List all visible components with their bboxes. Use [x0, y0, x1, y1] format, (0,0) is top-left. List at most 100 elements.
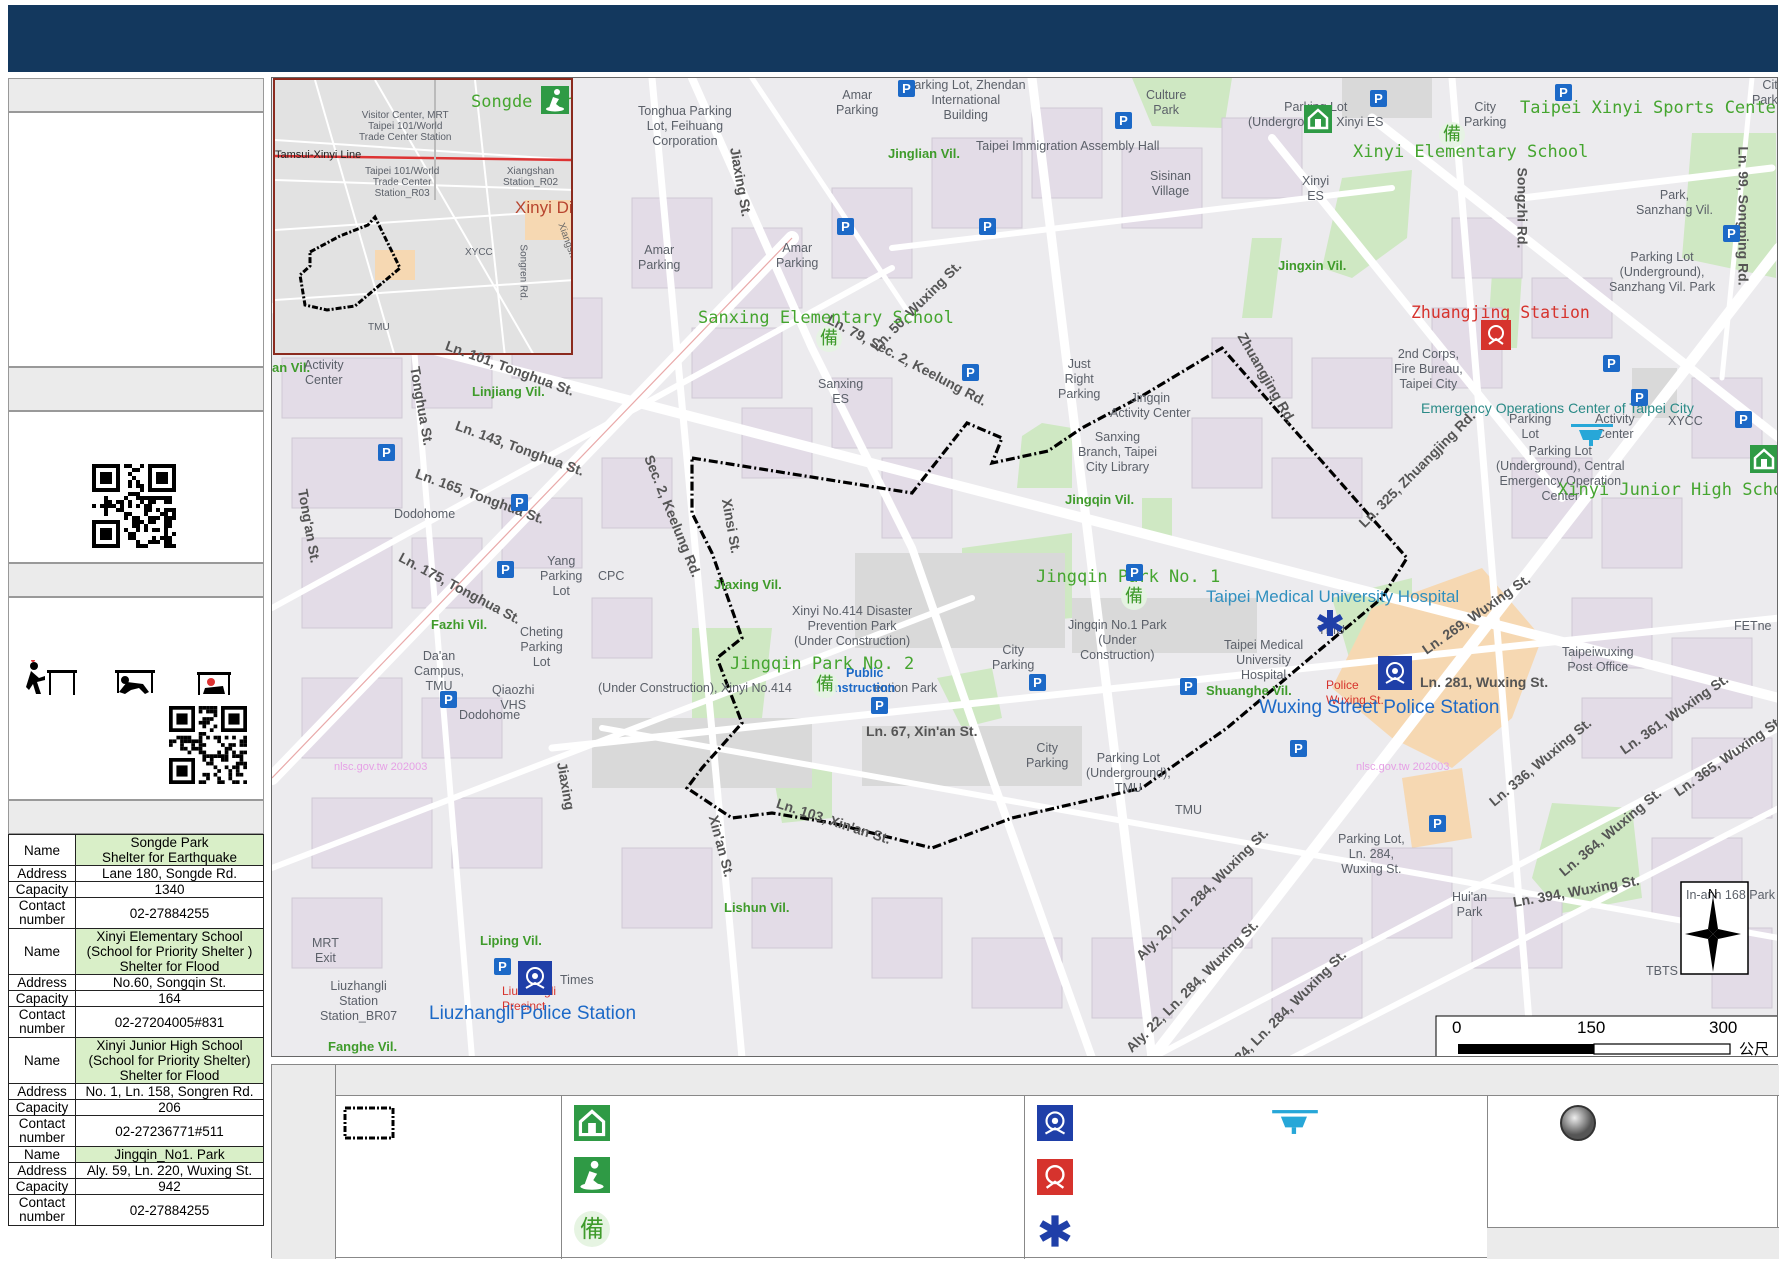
parking-icon: P	[1555, 84, 1572, 101]
inset-label: XYCC	[465, 247, 493, 258]
table-row: Contact number 02-27204005#831	[8, 1006, 264, 1038]
left-panel-section-bar	[8, 800, 264, 834]
map-label-sports-center: Taipei Xinyi Sports Center	[1520, 98, 1778, 118]
qr-code[interactable]	[92, 464, 176, 548]
poi-label: TBTS	[1646, 964, 1678, 978]
poi-label: Parking Lot (Underground), Sanzhang Vil.…	[1609, 250, 1716, 294]
poi-label: (Under Construction), Xinyi No.414	[598, 681, 792, 695]
table-key-cell: Address	[8, 1162, 76, 1179]
table-row: Name Jingqin_No1. Park	[8, 1146, 264, 1163]
parking-icon: P	[979, 218, 996, 235]
shelter-name-line: Shelter for Flood	[119, 959, 220, 974]
qr-code[interactable]	[169, 706, 247, 784]
poi-label: XYCC	[1668, 414, 1703, 428]
table-row: Contact number 02-27884255	[8, 897, 264, 929]
parking-icon: P	[497, 561, 514, 578]
qr-code-box	[8, 411, 264, 563]
table-value-cell: Lane 180, Songde Rd.	[75, 865, 264, 882]
table-value-cell: 206	[75, 1099, 264, 1116]
street-label: Ln. 281, Wuxing St.	[1420, 674, 1549, 690]
poi-label: Park, Sanzhang Vil.	[1636, 188, 1713, 217]
drop-icon	[26, 660, 77, 695]
poi-label: Jingqin No.1 Park (Under Construction)	[1068, 618, 1167, 662]
left-panel-blank-box	[8, 112, 264, 367]
map-view[interactable]: Visitor Center, MRT Taipei 101/World Tra…	[271, 77, 1778, 1057]
police-station-icon	[518, 961, 552, 995]
parking-icon: P	[1115, 112, 1132, 129]
reserve-shelter-icon: 備	[816, 326, 842, 352]
reserve-shelter-icon: 備	[1121, 584, 1147, 610]
hospital-icon	[1039, 1215, 1071, 1247]
table-row: Name Songde Park Shelter for Earthquake	[8, 834, 264, 866]
poi-label: Parking Lot	[1509, 412, 1552, 441]
village-label: Fanghe Vil.	[328, 1039, 398, 1054]
scale-unit: 公尺	[1739, 1041, 1770, 1057]
table-row: Address Lane 180, Songde Rd.	[8, 865, 264, 882]
poi-label: Taipei Immigration Assembly Hall	[976, 139, 1160, 153]
shelter-name-line: Songde Park	[130, 835, 209, 850]
inset-map[interactable]: Visitor Center, MRT Taipei 101/World Tra…	[273, 78, 573, 355]
map-label-jingqin2: Jingqin Park No. 2	[730, 654, 915, 674]
grey-circle-icon	[1560, 1105, 1596, 1141]
table-row: Contact number 02-27236771#511	[8, 1115, 264, 1147]
shelter-info-table: Name Songde Park Shelter for Earthquake Add…	[8, 834, 264, 1226]
parking-icon: P	[511, 494, 528, 511]
fire-station-icon	[1037, 1159, 1073, 1195]
flood-shelter-icon	[1750, 445, 1777, 473]
street-label: Ln. 99, Songping Rd.	[1735, 146, 1752, 286]
poi-label: Xinyi ES	[1302, 174, 1330, 203]
shelter-name-line: Xinyi Elementary School	[96, 929, 243, 944]
park-area	[1242, 238, 1282, 318]
map-label-sanxing-es: Sanxing Elementary School	[698, 308, 954, 328]
table-row: Address No.60, Songqin St.	[8, 974, 264, 991]
reserve-shelter-icon: 備	[1439, 122, 1465, 148]
poi-label: City Parking	[1464, 100, 1507, 129]
poi-label: Activity Center	[304, 358, 344, 387]
flood-shelter-icon	[1304, 105, 1332, 133]
helicopter-icon	[1272, 1110, 1318, 1134]
table-value-cell: Xinyi Elementary School (School for Prior…	[75, 928, 264, 975]
left-panel-section-bar	[8, 367, 264, 411]
left-panel-section-bar	[8, 78, 264, 112]
table-value-cell: No. 1, Ln. 158, Songren Rd.	[75, 1083, 264, 1100]
village-label: Liping Vil.	[480, 933, 542, 948]
table-key-cell: Contact number	[8, 897, 76, 929]
poi-label: Just Right Parking	[1058, 357, 1101, 401]
poi-label: nstruction	[834, 681, 896, 695]
map-label-tmu-hospital: Taipei Medical University Hospital	[1206, 587, 1460, 606]
poi-label: Amar Parking	[638, 243, 681, 272]
poi-label: MRT Exit	[312, 936, 339, 965]
poi-label: CPC	[598, 569, 625, 583]
poi-label: Sanxing Branch, Taipei City Library	[1078, 430, 1157, 474]
street-label: Songzhi Rd.	[1514, 167, 1531, 249]
header-bar	[8, 5, 1778, 72]
poi-label: Yang Parking Lot	[540, 554, 583, 598]
village-label: Fazhi Vil.	[431, 617, 488, 632]
table-key-cell: Capacity	[8, 881, 76, 898]
construction-area	[592, 718, 812, 788]
poi-label: Taipei Medical University Hospital	[1224, 638, 1304, 682]
helicopter-icon	[1571, 424, 1613, 446]
reserve-shelter-icon: 備	[574, 1211, 610, 1247]
parking-icon: P	[1723, 225, 1740, 242]
table-value-cell: 164	[75, 990, 264, 1007]
poi-label: Jingqin Activity Center	[1110, 391, 1191, 420]
village-label: Jiaxing Vil.	[714, 577, 782, 592]
street-label: Ln. 67, Xin'an St.	[866, 723, 978, 739]
poi-label: Parking Lot, Ln. 284, Wuxing St.	[1338, 832, 1405, 876]
hospital-icon	[1317, 610, 1343, 636]
table-value-cell: 02-27884255	[75, 897, 264, 929]
poi-label: Parking Lot, Zhendan International Build…	[906, 78, 1026, 122]
table-key-cell: Address	[8, 865, 76, 882]
poi-label: Cheting Parking Lot	[520, 625, 564, 669]
table-key-cell: Contact number	[8, 1006, 76, 1038]
poi-label: Amar Parking	[836, 88, 879, 117]
inset-label: Xiangshan Station_R02	[503, 166, 559, 188]
flood-shelter-icon	[574, 1105, 610, 1141]
table-row: Address Aly. 59, Ln. 220, Wuxing St.	[8, 1162, 264, 1179]
parking-icon: P	[1126, 564, 1143, 581]
scale-end: 300	[1709, 1018, 1738, 1037]
inset-district: Xinyi District	[515, 198, 573, 217]
poi-label: Sanxing ES	[818, 377, 864, 406]
table-key-cell: Name	[8, 1146, 76, 1163]
